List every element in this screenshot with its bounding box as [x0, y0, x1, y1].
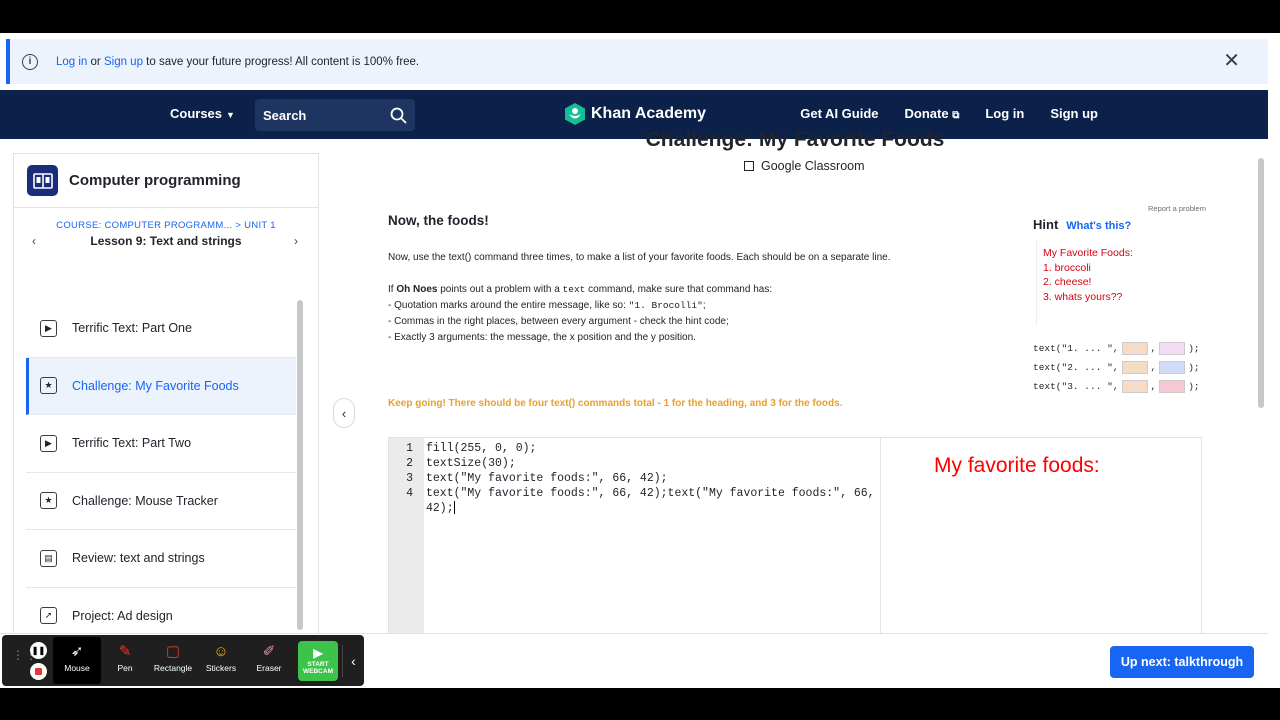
course-sidebar: Computer programming ‹ COURSE: COMPUTER … [13, 153, 319, 688]
page-title: Challenge: My Favorite Foods [645, 128, 945, 151]
chevron-right-icon[interactable]: › [294, 234, 298, 248]
donate-link[interactable]: Donate ⧉ [905, 106, 960, 121]
chevron-down-icon: ▼ [226, 110, 235, 120]
banner-login-link[interactable]: Log in [56, 56, 87, 68]
chevron-left-icon: ‹ [341, 405, 347, 421]
stickers-tool[interactable]: ☺ Stickers [197, 637, 245, 684]
list-item[interactable]: ▶ Terrific Text: Part Two [26, 415, 296, 473]
play-icon: ▶ [40, 319, 57, 337]
code-line[interactable]: 3 text("My favorite foods:", 66, 42); [389, 471, 869, 486]
classroom-icon [744, 161, 754, 171]
instructions-bullet: - Exactly 3 arguments: the message, the … [388, 332, 696, 343]
book-icon [27, 165, 58, 196]
hint-preview: My Favorite Foods: 1. broccoli 2. cheese… [1036, 239, 1166, 325]
main-scrollbar[interactable] [1258, 158, 1264, 408]
banner-message: Log in or Sign up to save your future pr… [56, 55, 420, 68]
text-cursor [453, 501, 455, 515]
search-icon [390, 107, 407, 124]
instructions-bullet: - Quotation marks around the entire mess… [388, 300, 706, 311]
report-problem-link[interactable]: Report a problem [1148, 204, 1206, 213]
banner-signup-link[interactable]: Sign up [104, 56, 143, 68]
course-breadcrumb[interactable]: COURSE: COMPUTER PROGRAMM... > UNIT 1 [14, 220, 318, 231]
login-link[interactable]: Log in [985, 106, 1024, 121]
sidebar-scrollbar[interactable] [297, 300, 303, 630]
mouse-tool[interactable]: ➶ Mouse [53, 637, 101, 684]
document-icon: ▤ [40, 549, 57, 567]
eraser-tool[interactable]: ✐ Eraser [245, 637, 293, 684]
info-icon: i [22, 53, 38, 70]
close-icon[interactable]: ✕ [1223, 51, 1240, 71]
hint-color-swatch [1121, 361, 1148, 374]
hint-color-swatch [1159, 361, 1186, 374]
search-label: Search [263, 108, 307, 123]
pen-icon: ✎ [118, 643, 132, 660]
instructions-bullet: - Commas in the right places, between ev… [388, 316, 729, 327]
pause-button[interactable]: ❚❚ [30, 642, 47, 659]
rectangle-icon: ▢ [165, 643, 181, 660]
eraser-icon: ✐ [262, 643, 276, 660]
sticker-icon: ☺ [213, 643, 229, 660]
recording-toolbar: ⋮⋮ ❚❚ ➶ Mouse ✎ Pen ▢ Rectangle ☺ Stickers ✐… [2, 635, 364, 686]
khan-leaf-icon [565, 103, 585, 125]
pen-tool[interactable]: ✎ Pen [101, 637, 149, 684]
rectangle-tool[interactable]: ▢ Rectangle [149, 637, 197, 684]
sidebar-header: Computer programming [14, 154, 318, 208]
code-line[interactable]: 4 text("My favorite foods:", 66, 42);text… [389, 486, 874, 501]
list-item[interactable]: ★ Challenge: Mouse Tracker [26, 473, 296, 530]
nav-right: Get AI Guide Donate ⧉ Log in Sign up [800, 106, 1098, 121]
hint-label: Hint [1033, 217, 1059, 232]
list-item[interactable]: ★ Challenge: My Favorite Foods [26, 357, 296, 415]
hint-header: Hint What's this? [1033, 216, 1131, 234]
code-line[interactable]: 2 textSize(30); [389, 456, 869, 471]
hint-color-swatch [1159, 342, 1186, 355]
start-webcam-button[interactable]: ▶ START WEBCAM [298, 641, 338, 681]
mouse-cursor-icon: ➶ [70, 643, 84, 660]
lesson-title: Lesson 9: Text and strings [90, 234, 242, 248]
instructions-heading: Now, the foods! [388, 213, 489, 228]
google-classroom-button[interactable]: Google Classroom [744, 159, 865, 173]
hint-color-swatch [1121, 380, 1148, 393]
star-icon: ★ [40, 377, 57, 395]
hint-color-swatch [1159, 380, 1186, 393]
hint-code-row: text("2. ... ",,); [1033, 361, 1200, 374]
instructions-paragraph: Now, use the text() command three times,… [388, 252, 891, 263]
khan-academy-logo[interactable]: Khan Academy [565, 103, 706, 125]
keep-going-message: Keep going! There should be four text() … [388, 398, 843, 409]
login-banner: i Log in or Sign up to save your future … [6, 39, 1268, 84]
hint-code-row: text("3. ... ",,); [1033, 380, 1200, 393]
instructions-oh-noes: If Oh Noes points out a problem with a t… [388, 284, 773, 295]
webcam-icon: ▶ [313, 646, 323, 660]
instructions: Now, the foods! Now, use the text() comm… [388, 213, 948, 346]
canvas-output-text: My favorite foods: [934, 454, 1100, 477]
lesson-list: ▶ Terrific Text: Part One ★ Challenge: My … [26, 300, 296, 645]
rocket-icon: ➚ [40, 607, 57, 625]
search-input[interactable]: Search [255, 99, 415, 131]
list-item[interactable]: ▶ Terrific Text: Part One [26, 300, 296, 358]
hint-code-row: text("1. ... ",,); [1033, 342, 1200, 355]
chevron-left-icon[interactable]: ‹ [342, 645, 364, 677]
hint-code: text("1. ... ",,); text("2. ... ",,); te… [1033, 339, 1200, 396]
star-icon: ★ [40, 492, 57, 510]
whats-this-link[interactable]: What's this? [1066, 220, 1131, 232]
breadcrumb: COURSE: COMPUTER PROGRAMM... > UNIT 1 Le… [14, 220, 318, 248]
courses-menu[interactable]: Courses ▼ [170, 106, 235, 121]
signup-link[interactable]: Sign up [1050, 106, 1098, 121]
stop-button[interactable] [30, 663, 47, 680]
external-link-icon: ⧉ [952, 110, 960, 121]
list-item[interactable]: ▤ Review: text and strings [26, 530, 296, 588]
code-line[interactable]: 42); [389, 501, 869, 516]
collapse-sidebar-button[interactable]: ‹ [333, 398, 355, 428]
app-screen: i Log in or Sign up to save your future … [0, 33, 1280, 688]
hint-color-swatch [1121, 342, 1148, 355]
play-icon: ▶ [40, 434, 57, 452]
sidebar-title[interactable]: Computer programming [69, 172, 241, 189]
get-ai-guide-link[interactable]: Get AI Guide [800, 106, 878, 121]
code-line[interactable]: 1 fill(255, 0, 0); [389, 441, 869, 456]
up-next-button[interactable]: Up next: talkthrough [1110, 646, 1254, 678]
